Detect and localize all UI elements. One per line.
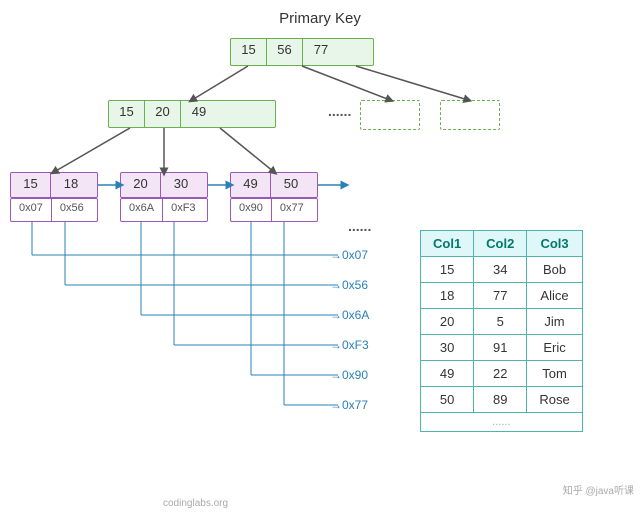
table-row: 4922Tom [421, 361, 583, 387]
ptr-label-4: →0x90 [330, 368, 368, 382]
leaf1-key0: 20 [121, 173, 161, 197]
ptr-label-1: →0x56 [330, 278, 368, 292]
dashed-box-1 [440, 100, 500, 130]
col-header-2: Col3 [527, 231, 582, 257]
table-cell-4-2: Tom [527, 361, 582, 387]
table-cell-1-0: 18 [421, 283, 474, 309]
leaf-node-2-addrs: 0x90 0x77 [230, 198, 318, 222]
table-row: 1877Alice [421, 283, 583, 309]
leaf0-addr1: 0x56 [52, 199, 92, 221]
leaf2-key0: 49 [231, 173, 271, 197]
level1-node: 15 20 49 [108, 100, 276, 128]
table-row: 3091Eric [421, 335, 583, 361]
leaf1-addr0: 0x6A [121, 199, 163, 221]
ptr-label-0: →0x07 [330, 248, 368, 262]
diagram-title: Primary Key [279, 10, 361, 27]
table-cell-0-1: 34 [474, 257, 527, 283]
ptr-label-2: →0x6A [330, 308, 369, 322]
leaf2-key1: 50 [271, 173, 311, 197]
root-node: 15 56 77 [230, 38, 374, 66]
table-cell-2-2: Jim [527, 309, 582, 335]
root-cell-1: 56 [267, 39, 303, 65]
table-cell-0-0: 15 [421, 257, 474, 283]
table-cell-1-1: 77 [474, 283, 527, 309]
table-cell-5-2: Rose [527, 387, 582, 413]
l1-cell-1: 20 [145, 101, 181, 127]
table-cell-4-1: 22 [474, 361, 527, 387]
table-row: 1534Bob [421, 257, 583, 283]
col-header-1: Col2 [474, 231, 527, 257]
table-cell-5-1: 89 [474, 387, 527, 413]
table-cell-3-0: 30 [421, 335, 474, 361]
table-row: 205Jim [421, 309, 583, 335]
watermark2: codinglabs.org [163, 498, 477, 509]
diagram-container: Primary Key 15 56 77 15 20 49 ...... 15 … [0, 0, 640, 515]
leaf2-addr1: 0x77 [272, 199, 312, 221]
l1-cell-0: 15 [109, 101, 145, 127]
table-cell-0-2: Bob [527, 257, 582, 283]
ellipsis-level1: ...... [328, 103, 351, 119]
watermark1: 知乎 @java听课 [563, 482, 634, 497]
dashed-box-0 [360, 100, 420, 130]
data-table: Col1 Col2 Col3 1534Bob1877Alice205Jim309… [420, 230, 583, 432]
col-header-0: Col1 [421, 231, 474, 257]
leaf1-addr1: 0xF3 [163, 199, 203, 221]
leaf-node-1-addrs: 0x6A 0xF3 [120, 198, 208, 222]
leaf-node-2-keys: 49 50 [230, 172, 318, 198]
leaf2-addr0: 0x90 [231, 199, 272, 221]
root-cell-0: 15 [231, 39, 267, 65]
table-cell-4-0: 49 [421, 361, 474, 387]
table-footer: ...... [421, 413, 583, 432]
root-cell-2: 77 [303, 39, 339, 65]
table-row: 5089Rose [421, 387, 583, 413]
leaf0-key0: 15 [11, 173, 51, 197]
leaf-node-0-keys: 15 18 [10, 172, 98, 198]
leaf0-key1: 18 [51, 173, 91, 197]
l1-cell-2: 49 [181, 101, 217, 127]
table-cell-3-1: 91 [474, 335, 527, 361]
table-cell-1-2: Alice [527, 283, 582, 309]
leaf-node-0-addrs: 0x07 0x56 [10, 198, 98, 222]
leaf1-key1: 30 [161, 173, 201, 197]
table-cell-3-2: Eric [527, 335, 582, 361]
table-cell-2-1: 5 [474, 309, 527, 335]
table-cell-5-0: 50 [421, 387, 474, 413]
table-cell-2-0: 20 [421, 309, 474, 335]
ptr-label-5: →0x77 [330, 398, 368, 412]
leaf-node-1-keys: 20 30 [120, 172, 208, 198]
ptr-label-3: →0xF3 [330, 338, 369, 352]
ellipsis-middle: ...... [348, 218, 371, 234]
leaf0-addr0: 0x07 [11, 199, 52, 221]
